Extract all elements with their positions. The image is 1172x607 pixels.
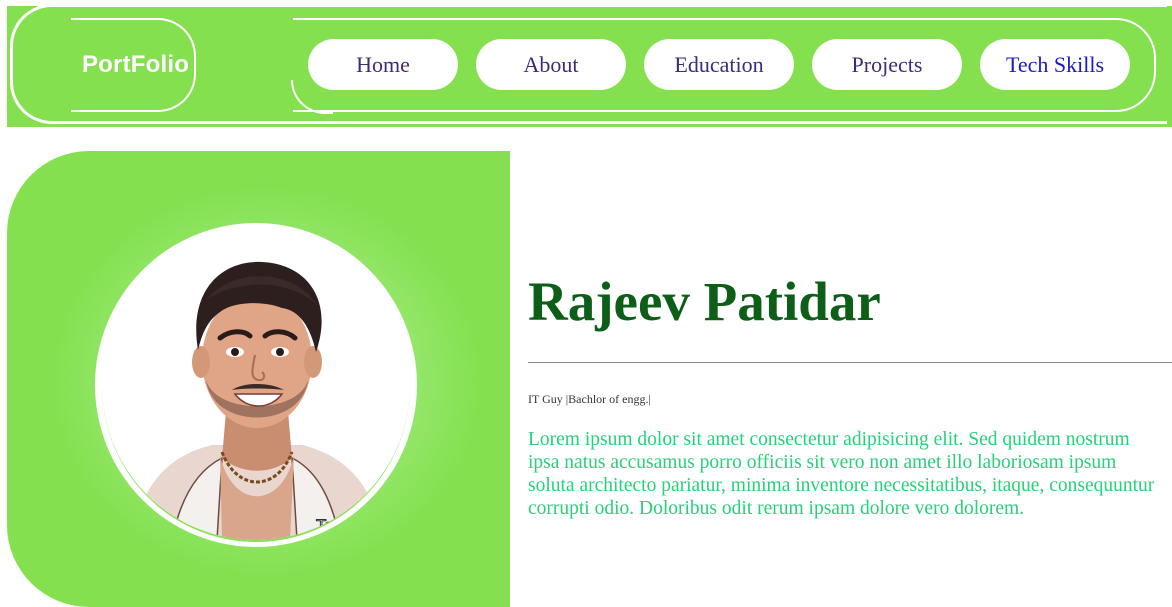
nav-projects-button[interactable]: Projects [812, 39, 962, 90]
nav-about-button[interactable]: About [476, 39, 626, 90]
nav-tech-skills-button[interactable]: Tech Skills [980, 39, 1130, 90]
hero-divider [528, 362, 1172, 363]
avatar-illustration [132, 261, 384, 540]
hero-bio: Lorem ipsum dolor sit amet consectetur a… [528, 429, 1155, 519]
nav-home-button[interactable]: Home [308, 39, 458, 90]
navbar-underline [7, 127, 1172, 129]
avatar: Too [102, 230, 410, 542]
nav-education-button[interactable]: Education [644, 39, 794, 90]
avatar-watermark: Too [315, 516, 344, 536]
hero-tagline: IT Guy |Bachlor of engg.| [528, 392, 651, 406]
hero-name: Rajeev Patidar [528, 271, 881, 332]
hero-image-panel: Too [7, 151, 510, 607]
logo[interactable]: PortFolio [71, 18, 196, 112]
avatar-frame: Too [95, 223, 417, 547]
logo-text: PortFolio [81, 51, 190, 78]
navbar: PortFolio Home About Education Projects … [7, 4, 1172, 129]
